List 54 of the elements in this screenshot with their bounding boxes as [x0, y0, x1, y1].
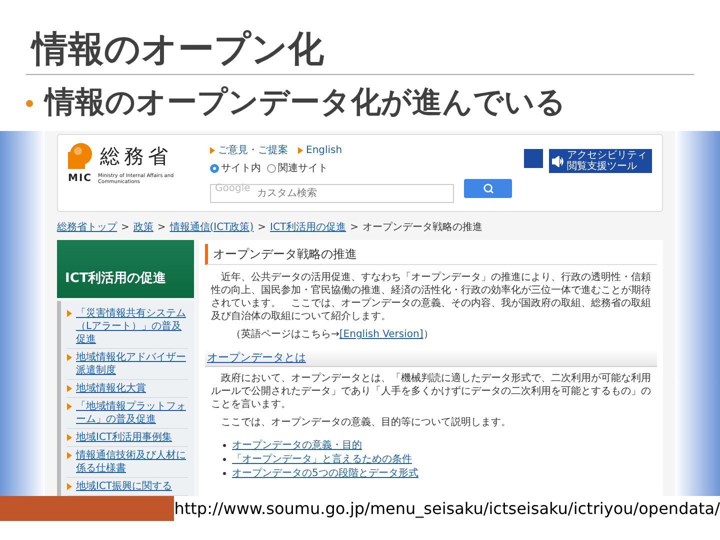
page-heading: オープンデータ戦略の推進	[205, 244, 657, 265]
scope-radio[interactable]: サイト内	[210, 161, 261, 176]
section-link[interactable]: オープンデータの5つの段階とデータ形式	[232, 467, 418, 480]
breadcrumb-current: オープンデータ戦略の推進	[362, 220, 482, 234]
logo-abbr: MIC	[68, 172, 92, 186]
scope-radio[interactable]: 関連サイト	[267, 161, 328, 176]
triangle-icon	[67, 310, 72, 317]
breadcrumb-link[interactable]: 情報通信(ICT政策)	[170, 220, 254, 234]
breadcrumb-link[interactable]: 総務省トップ	[57, 220, 117, 234]
logo-name: 総務省	[100, 143, 172, 169]
list-bullet-icon	[223, 472, 226, 475]
section-link[interactable]: オープンデータの意義・目的	[232, 439, 362, 452]
english-version-link[interactable]: [English Version]	[339, 329, 424, 340]
bullet-icon	[26, 100, 33, 106]
list-bullet-icon	[223, 444, 226, 447]
english-note: （英語ページはこちら→[English Version]）	[230, 328, 434, 341]
search-brand: Google	[215, 182, 250, 195]
sidebar-link[interactable]: 地域情報化大賞	[76, 382, 146, 395]
triangle-icon	[67, 452, 72, 459]
sidebar-link[interactable]: 「災害情報共有システム（Lアラート）」の普及促進	[76, 307, 188, 346]
header-link[interactable]: English	[298, 143, 342, 158]
slide-title: 情報のオープン化	[26, 26, 694, 75]
triangle-icon	[67, 434, 72, 441]
sidebar-link[interactable]: 「地域情報プラットフォーム」の普及促進	[76, 400, 188, 426]
header-link[interactable]: ご意見・ご提案	[210, 143, 288, 158]
sidebar-link[interactable]: 地域ICT利活用事例集	[76, 431, 172, 444]
breadcrumb-link[interactable]: 政策	[133, 220, 154, 234]
section-paragraph: ここでは、オープンデータの意義、目的等について説明します。	[220, 416, 512, 429]
intro-paragraph: 近年、公共データの活用促進、すなわち「オープンデータ」の推進により、行政の透明性・信頼性の向上、国民参加・官民協働の推進、経済の活性化・行政の効率化が三位一体で進むことが期待されています。 ここでは、オープンデータの意義、その内容、我が国政府の取組、総務省の取組及び自治体の取組について紹介します。	[210, 271, 652, 323]
triangle-icon	[67, 354, 72, 361]
triangle-icon	[210, 147, 215, 154]
speaker-icon	[552, 156, 564, 166]
breadcrumb-separator: >	[258, 220, 266, 234]
breadcrumb-separator: >	[157, 220, 166, 234]
breadcrumb-link[interactable]: ICT利活用の促進	[270, 220, 346, 234]
triangle-icon	[67, 483, 72, 490]
sidebar-link[interactable]: 地域ICT振興に関する	[76, 480, 172, 493]
slide-bullet: 情報のオープンデータ化が進んでいる	[45, 84, 566, 122]
breadcrumb-separator: >	[121, 220, 130, 234]
triangle-icon	[298, 147, 303, 154]
search-icon	[482, 183, 494, 194]
section-heading-link[interactable]: オープンデータとは	[207, 351, 306, 364]
accessibility-button[interactable]: アクセシビリティ閲覧支援ツール	[549, 149, 652, 173]
list-bullet-icon	[223, 458, 226, 461]
triangle-icon	[67, 385, 72, 392]
section-paragraph: 政府において、オープンデータとは、「機械判読に適したデータ形式で、二次利用が可能な利用ルールで公開されたデータ」であり「人手を多くかけずにデータの二次利用を可能とするもの」のことを言います。	[210, 372, 652, 411]
sidebar-link[interactable]: 情報通信技術及び人材に係る仕様書	[76, 449, 188, 475]
search-button[interactable]	[464, 179, 512, 198]
triangle-icon	[67, 403, 72, 410]
sidebar-title: ICT利活用の促進	[57, 240, 194, 298]
breadcrumb-separator: >	[350, 220, 358, 234]
section-link[interactable]: 「オープンデータ」と言えるための条件	[232, 453, 412, 466]
sidebar-link[interactable]: 地域情報化アドバイザー派遣制度	[76, 351, 188, 377]
logo-icon	[68, 143, 94, 169]
